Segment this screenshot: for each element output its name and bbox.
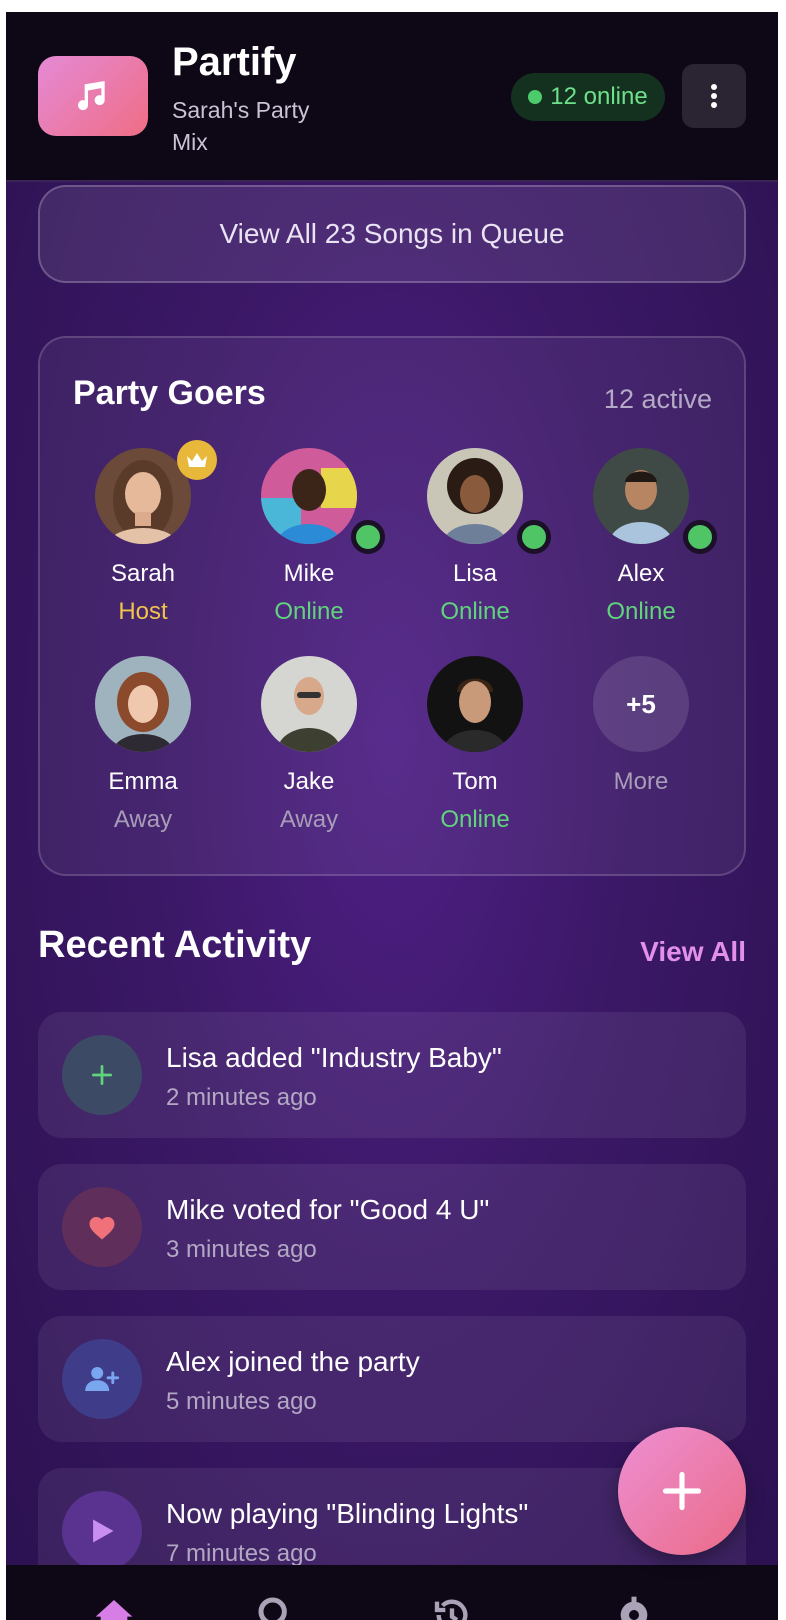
activity-time: 3 minutes ago bbox=[166, 1236, 317, 1263]
party-name: Sarah's Party Mix bbox=[172, 97, 310, 155]
crown-icon bbox=[177, 440, 217, 480]
member-status: Away bbox=[113, 806, 173, 833]
recent-activity-title: Recent Activity bbox=[38, 924, 312, 966]
avatar bbox=[427, 448, 523, 544]
member-status: Online bbox=[440, 598, 510, 625]
member-jake[interactable]: Jake Away bbox=[226, 656, 392, 846]
activity-text: Alex joined the party bbox=[166, 1346, 420, 1377]
member-name: Emma bbox=[108, 768, 178, 795]
more-count: +5 bbox=[593, 656, 689, 752]
nav-home[interactable] bbox=[94, 1595, 134, 1620]
active-count: 12 active bbox=[603, 384, 712, 414]
member-status: Online bbox=[606, 598, 676, 625]
activity-time: 7 minutes ago bbox=[166, 1540, 317, 1567]
activity-text: Lisa added "Industry Baby" bbox=[166, 1042, 502, 1073]
member-emma[interactable]: Emma Away bbox=[60, 656, 226, 846]
app-logo bbox=[38, 56, 148, 136]
history-icon bbox=[434, 1599, 468, 1620]
nav-search[interactable] bbox=[256, 1595, 296, 1620]
heart-icon bbox=[62, 1187, 142, 1267]
member-name: Jake bbox=[283, 768, 335, 795]
add-song-button[interactable] bbox=[618, 1427, 746, 1555]
member-tom[interactable]: Tom Online bbox=[392, 656, 558, 846]
more-options-button[interactable] bbox=[682, 64, 746, 128]
search-icon bbox=[258, 1597, 287, 1620]
activity-text: Mike voted for "Good 4 U" bbox=[166, 1194, 490, 1225]
avatar bbox=[593, 448, 689, 544]
member-alex[interactable]: Alex Online bbox=[558, 448, 724, 638]
more-label: More bbox=[613, 768, 669, 795]
member-status: Online bbox=[274, 598, 344, 625]
member-status: Host bbox=[118, 598, 168, 625]
online-status-badge: 12 online bbox=[511, 73, 665, 121]
member-lisa[interactable]: Lisa Online bbox=[392, 448, 558, 638]
activity-item[interactable]: Mike voted for "Good 4 U" 3 minutes ago bbox=[38, 1164, 746, 1290]
play-icon bbox=[62, 1491, 142, 1571]
member-sarah[interactable]: Sarah Host bbox=[60, 440, 226, 638]
more-members-button[interactable]: +5 More bbox=[558, 656, 724, 846]
vertical-dots-icon bbox=[711, 84, 717, 108]
gear-icon bbox=[620, 1596, 648, 1620]
avatar bbox=[261, 656, 357, 752]
online-count: 12 online bbox=[550, 83, 648, 110]
member-name: Alex bbox=[617, 560, 665, 587]
app-screen: Partify Sarah's Party Mix 12 online View… bbox=[6, 12, 778, 1620]
nav-history[interactable] bbox=[432, 1595, 472, 1620]
avatar bbox=[427, 656, 523, 752]
app-title: Partify bbox=[172, 40, 297, 84]
member-name: Mike bbox=[283, 560, 335, 587]
activity-time: 2 minutes ago bbox=[166, 1084, 317, 1111]
online-indicator-icon bbox=[517, 520, 551, 554]
member-mike[interactable]: Mike Online bbox=[226, 448, 392, 638]
plus-icon bbox=[62, 1035, 142, 1115]
view-all-link[interactable]: View All bbox=[640, 936, 746, 968]
view-queue-button[interactable]: View All 23 Songs in Queue bbox=[38, 185, 746, 283]
online-dot-icon bbox=[528, 90, 543, 104]
plus-icon bbox=[662, 1471, 702, 1511]
member-name: Lisa bbox=[452, 560, 498, 587]
member-status: Online bbox=[440, 806, 510, 833]
member-name: Sarah bbox=[110, 560, 176, 587]
avatar bbox=[261, 448, 357, 544]
member-name: Tom bbox=[452, 768, 498, 795]
music-note-icon bbox=[78, 81, 105, 111]
party-goers-title: Party Goers bbox=[73, 374, 266, 412]
activity-item[interactable]: Lisa added "Industry Baby" 2 minutes ago bbox=[38, 1012, 746, 1138]
member-status: Away bbox=[279, 806, 339, 833]
avatar bbox=[95, 656, 191, 752]
activity-text: Now playing "Blinding Lights" bbox=[166, 1498, 529, 1529]
online-indicator-icon bbox=[683, 520, 717, 554]
activity-time: 5 minutes ago bbox=[166, 1388, 317, 1415]
party-goers-card: Party Goers 12 active Sarah Host Mike On… bbox=[38, 336, 746, 876]
online-indicator-icon bbox=[351, 520, 385, 554]
activity-item[interactable]: Alex joined the party 5 minutes ago bbox=[38, 1316, 746, 1442]
home-icon bbox=[95, 1600, 133, 1620]
nav-settings[interactable] bbox=[614, 1595, 654, 1620]
top-bar: Partify Sarah's Party Mix 12 online bbox=[6, 12, 778, 182]
bottom-navigation bbox=[6, 1565, 778, 1620]
user-plus-icon bbox=[62, 1339, 142, 1419]
